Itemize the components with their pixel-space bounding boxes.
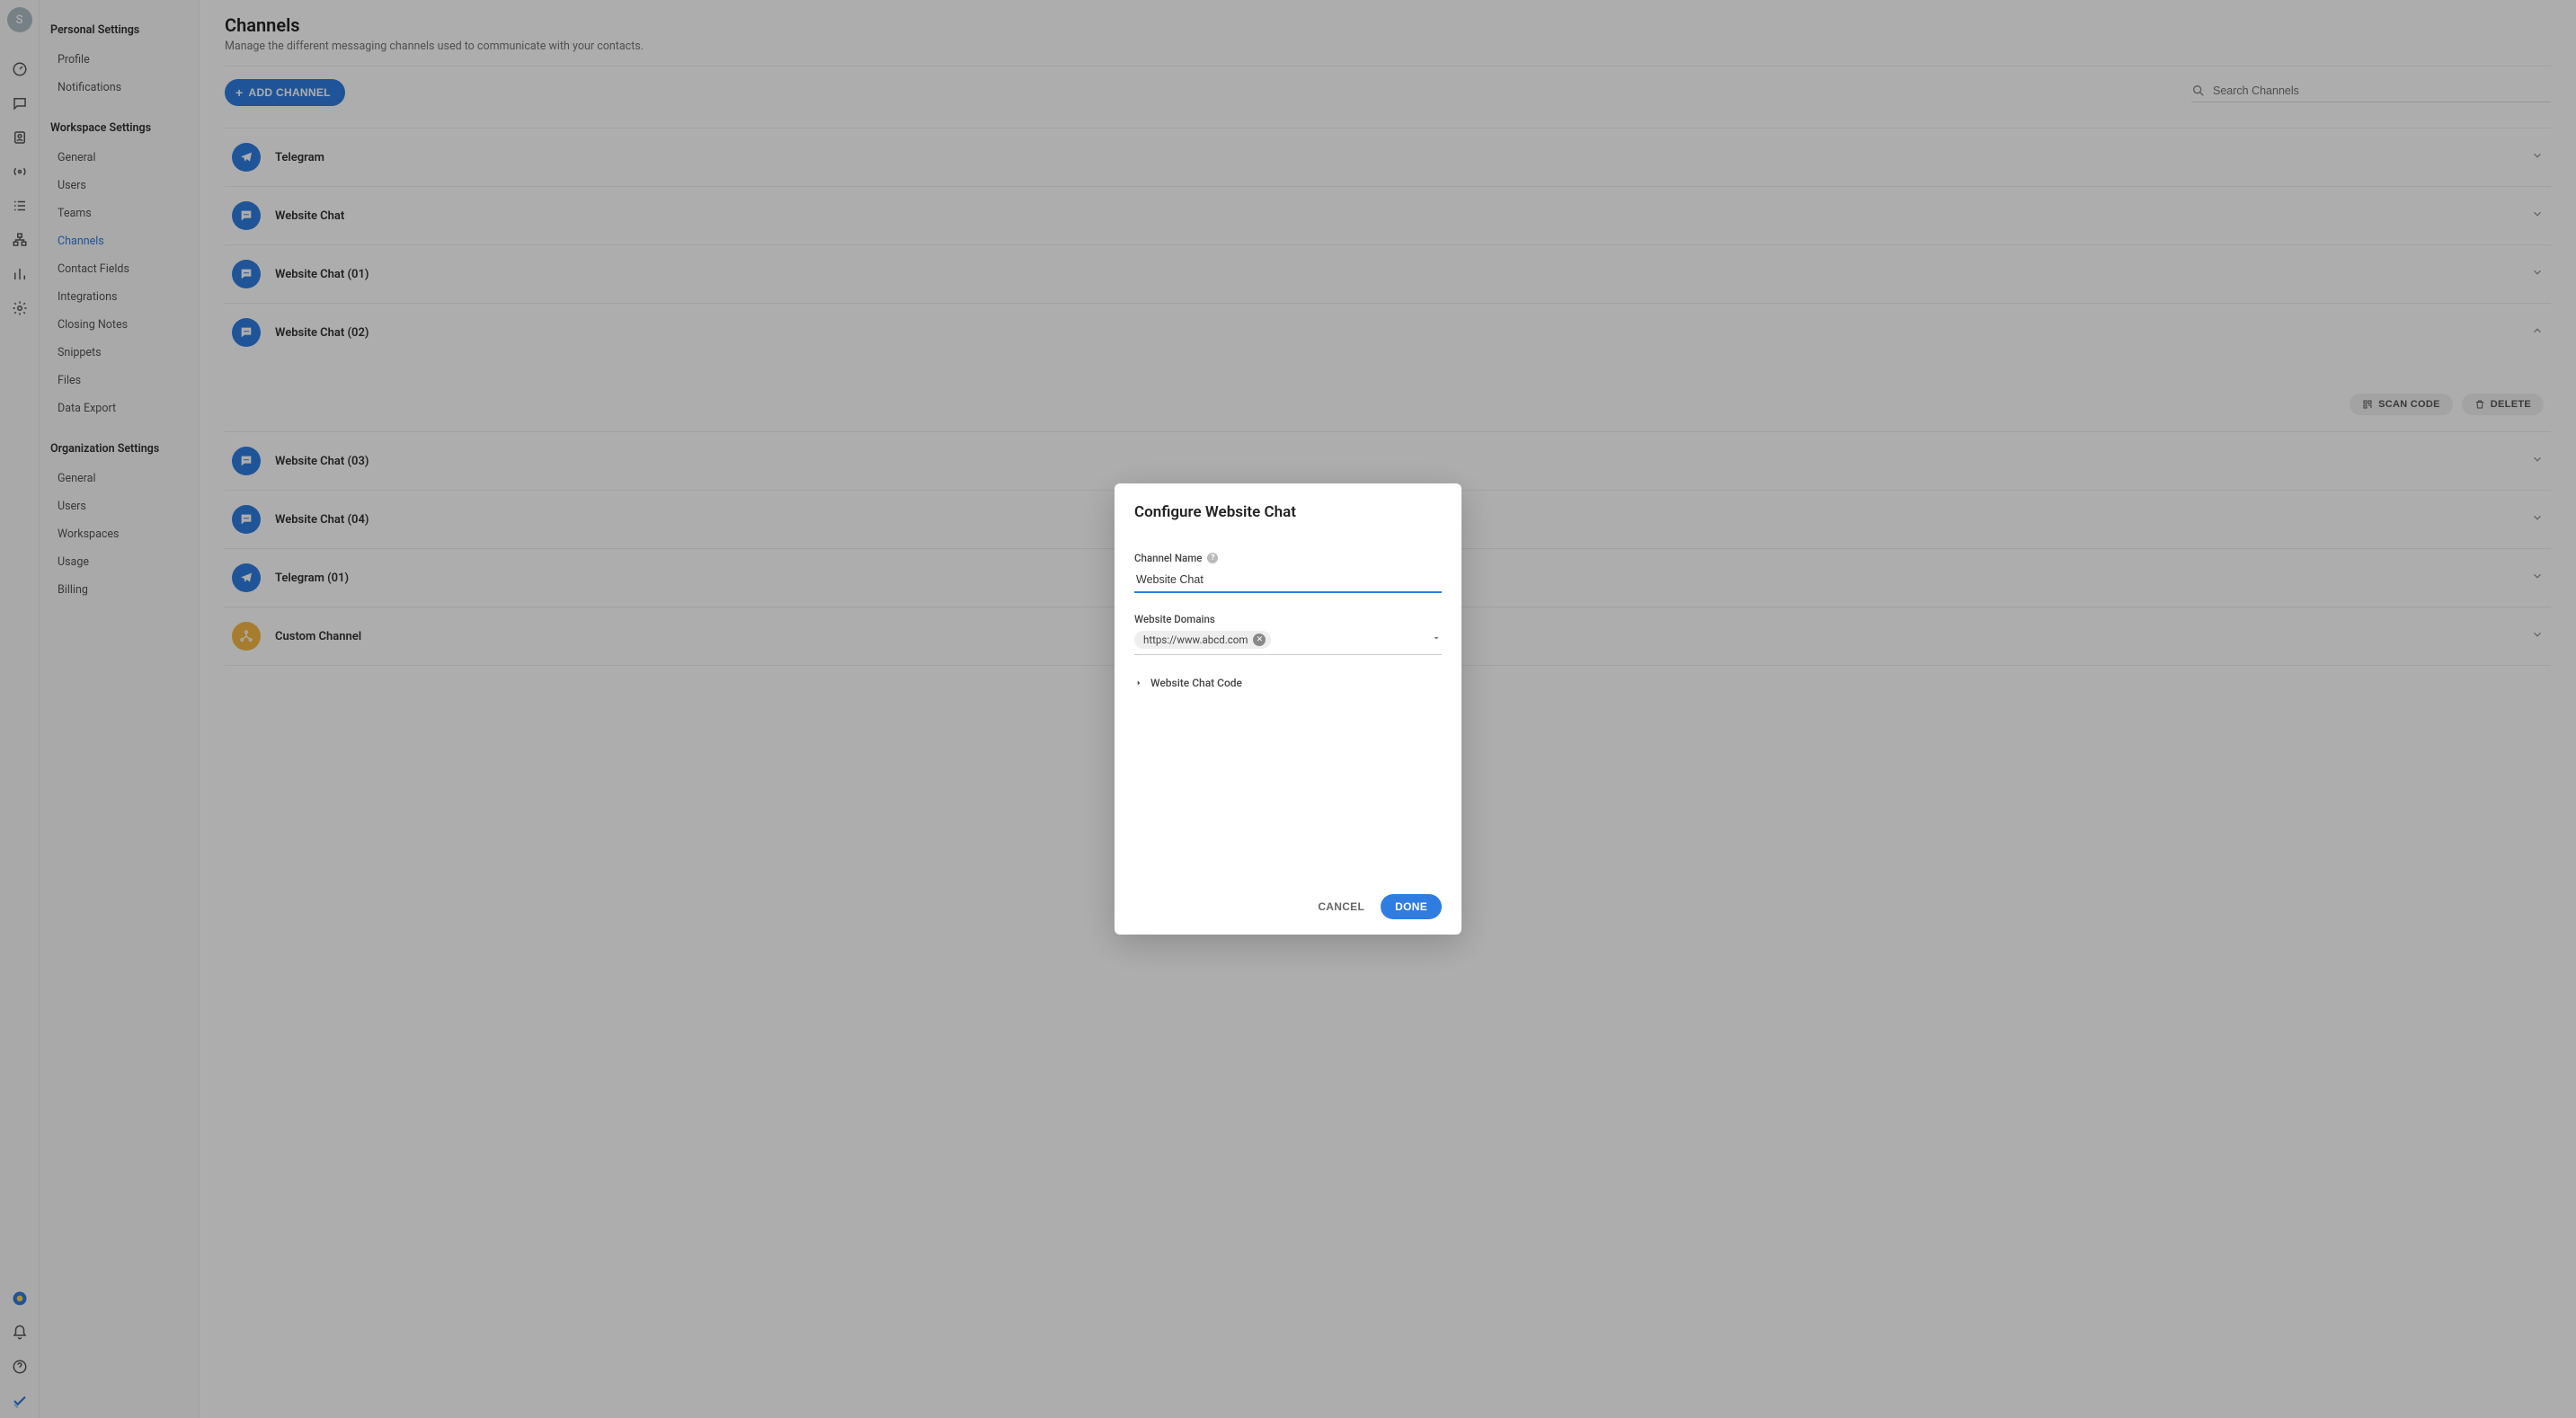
done-button[interactable]: DONE: [1381, 894, 1442, 919]
website-chat-code-toggle[interactable]: Website Chat Code: [1134, 677, 1442, 689]
channel-name-label: Channel Name ?: [1134, 552, 1442, 564]
website-domains-input[interactable]: https://www.abcd.com ✕: [1134, 631, 1442, 655]
dropdown-caret-icon[interactable]: [1431, 633, 1442, 647]
configure-channel-modal: Configure Website Chat Channel Name ? We…: [1115, 483, 1461, 935]
help-tooltip-icon[interactable]: ?: [1207, 553, 1218, 563]
code-toggle-label: Website Chat Code: [1150, 677, 1242, 689]
domain-chip: https://www.abcd.com ✕: [1134, 631, 1271, 649]
modal-title: Configure Website Chat: [1134, 503, 1442, 521]
channel-name-input[interactable]: [1134, 570, 1442, 593]
chevron-right-icon: [1134, 678, 1143, 687]
cancel-button[interactable]: CANCEL: [1307, 893, 1375, 920]
domain-chip-text: https://www.abcd.com: [1143, 634, 1248, 646]
remove-chip-icon[interactable]: ✕: [1253, 634, 1266, 646]
website-domains-label: Website Domains: [1134, 613, 1442, 625]
